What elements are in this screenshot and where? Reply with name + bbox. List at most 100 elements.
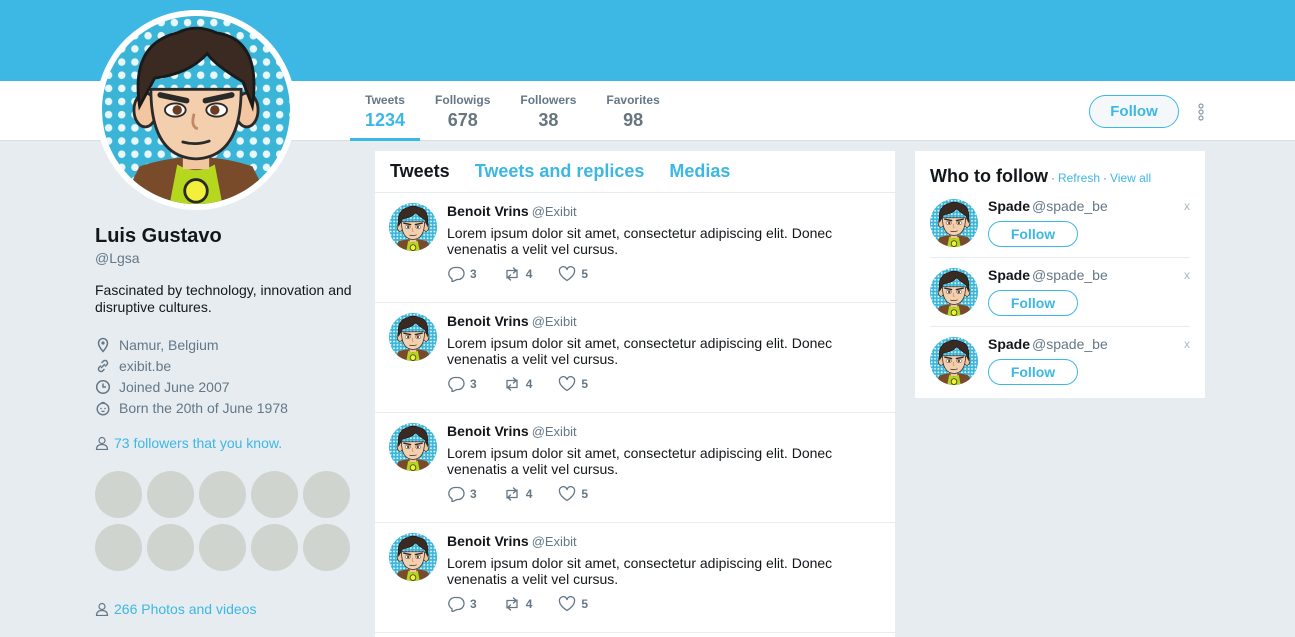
reply-action[interactable]: 3 [447, 596, 477, 612]
dismiss-suggestion-button[interactable]: x [1184, 268, 1190, 282]
tweet-author-name[interactable]: Benoit Vrins [447, 313, 529, 329]
stat-label: Tweets [365, 93, 405, 107]
follower-avatar-placeholder[interactable] [147, 471, 194, 518]
view-all-link[interactable]: View all [1110, 171, 1151, 185]
tweet-author-handle[interactable]: @Exibit [532, 424, 577, 439]
tweet-item[interactable]: Benoit Vrins @Exibit Lorem ipsum dolor si… [375, 413, 895, 523]
retweet-action[interactable]: 4 [503, 376, 533, 392]
tweet-author-handle[interactable]: @Exibit [532, 534, 577, 549]
stat-value: 98 [623, 110, 644, 130]
tweet-author-name[interactable]: Benoit Vrins [447, 423, 529, 439]
suggestion-handle[interactable]: @spade_be [1032, 267, 1108, 283]
suggestion-avatar[interactable] [930, 199, 978, 247]
reply-action[interactable]: 3 [447, 486, 477, 502]
follower-avatar-placeholder[interactable] [147, 524, 194, 571]
timeline-tabs: Tweets Tweets and replices Medias [375, 151, 895, 193]
person-icon [95, 436, 109, 450]
tweet-actions: 3 4 5 [447, 486, 614, 502]
retweet-action[interactable]: 4 [503, 266, 532, 282]
tweet-header: Benoit Vrins @Exibit [447, 423, 881, 441]
like-action[interactable]: 5 [558, 486, 588, 502]
tweet-avatar[interactable] [389, 203, 437, 251]
website-link[interactable]: exibit.be [119, 358, 171, 374]
vertical-dots-icon[interactable] [1196, 102, 1206, 122]
tweet-author-handle[interactable]: @Exibit [532, 314, 577, 329]
tweet-item[interactable]: Benoit Vrins @Exibit Lorem ipsum dolor si… [375, 193, 895, 303]
tweet-avatar[interactable] [389, 533, 437, 581]
tab-medias[interactable]: Medias [669, 161, 730, 182]
reply-action[interactable]: 3 [447, 266, 477, 282]
follower-avatar-placeholder[interactable] [303, 471, 350, 518]
photos-videos-link[interactable]: 266 Photos and videos [95, 601, 256, 617]
profile-avatar[interactable] [96, 10, 296, 210]
tweet-item[interactable]: Benoit Vrins @Exibit Lorem ipsum dolor si… [375, 303, 895, 413]
follower-avatar-placeholder[interactable] [199, 524, 246, 571]
stat-followers[interactable]: Followers 38 [505, 81, 591, 141]
tweet-avatar[interactable] [389, 423, 437, 471]
suggestion-handle[interactable]: @spade_be [1032, 336, 1108, 352]
reply-action[interactable]: 3 [447, 376, 477, 392]
like-action[interactable]: 5 [558, 596, 588, 612]
who-to-follow-header: Who to follow · Refresh · View all [930, 166, 1190, 187]
dismiss-suggestion-button[interactable]: x [1184, 337, 1190, 351]
tweet-header: Benoit Vrins @Exibit [447, 203, 881, 221]
retweet-icon [506, 597, 518, 611]
follower-avatar-placeholder[interactable] [199, 471, 246, 518]
reply-icon [448, 486, 465, 502]
profile-stats: Tweets 1234 Followigs 678 Followers 38 F… [350, 81, 675, 141]
profile-website[interactable]: exibit.be [95, 355, 365, 376]
follower-avatar-placeholder[interactable] [303, 524, 350, 571]
followers-known-link[interactable]: 73 followers that you know. [95, 435, 282, 451]
follower-avatar-placeholder[interactable] [95, 471, 142, 518]
suggestion-name[interactable]: Spade [988, 267, 1030, 283]
retweet-count: 4 [525, 377, 533, 391]
like-action[interactable]: 5 [558, 376, 588, 392]
separator-dot: · [1103, 171, 1107, 185]
follower-avatar-placeholder[interactable] [251, 471, 298, 518]
retweet-icon [506, 487, 518, 501]
tweet-author-name[interactable]: Benoit Vrins [447, 533, 529, 549]
suggestion-follow-button[interactable]: Follow [988, 359, 1078, 385]
tweet-actions: 3 4 5 [447, 596, 614, 612]
suggestion-avatar[interactable] [930, 337, 978, 385]
follow-suggestion: Spade @spade_be x Follow [930, 327, 1190, 396]
profile-handle: @Lgsa [95, 250, 140, 266]
suggestion-name-row: Spade @spade_be [988, 198, 1108, 214]
suggestion-avatar[interactable] [930, 268, 978, 316]
follower-avatar-placeholder[interactable] [95, 524, 142, 571]
heart-icon [559, 486, 576, 502]
reply-icon [448, 596, 465, 612]
like-count: 5 [581, 377, 589, 391]
retweet-action[interactable]: 4 [503, 596, 532, 612]
separator-dot: · [1050, 171, 1055, 185]
stat-favorites[interactable]: Favorites 98 [591, 81, 674, 141]
tweet-text: Lorem ipsum dolor sit amet, consectetur … [447, 445, 833, 477]
follow-button[interactable]: Follow [1089, 95, 1179, 128]
dismiss-suggestion-button[interactable]: x [1184, 199, 1190, 213]
like-action[interactable]: 5 [558, 266, 588, 282]
follower-avatar-placeholder[interactable] [251, 524, 298, 571]
tweet-author-name[interactable]: Benoit Vrins [447, 203, 529, 219]
avatar-image [102, 16, 290, 204]
suggestion-handle[interactable]: @spade_be [1032, 198, 1108, 214]
tab-tweets[interactable]: Tweets [390, 161, 450, 182]
profile-birthday: Born the 20th of June 1978 [95, 397, 365, 418]
reply-count: 3 [470, 487, 477, 501]
birthday-text: Born the 20th of June 1978 [119, 399, 288, 416]
tab-tweets-and-replies[interactable]: Tweets and replices [475, 161, 645, 182]
stat-tweets[interactable]: Tweets 1234 [350, 81, 421, 141]
location-text: Namur, Belgium [119, 336, 219, 353]
stat-value: 38 [538, 110, 559, 130]
suggestion-follow-button[interactable]: Follow [988, 221, 1078, 247]
suggestion-name[interactable]: Spade [988, 336, 1030, 352]
reply-count: 3 [470, 267, 477, 281]
tweet-author-handle[interactable]: @Exibit [532, 204, 577, 219]
stat-followings[interactable]: Followigs 678 [420, 81, 505, 141]
retweet-action[interactable]: 4 [503, 486, 532, 502]
tweet-item[interactable]: Benoit Vrins @Exibit Lorem ipsum dolor si… [375, 523, 895, 633]
suggestion-follow-button[interactable]: Follow [988, 290, 1078, 316]
tweet-avatar[interactable] [389, 313, 437, 361]
suggestion-name[interactable]: Spade [988, 198, 1030, 214]
reply-icon [448, 376, 465, 392]
refresh-link[interactable]: Refresh [1058, 171, 1100, 185]
